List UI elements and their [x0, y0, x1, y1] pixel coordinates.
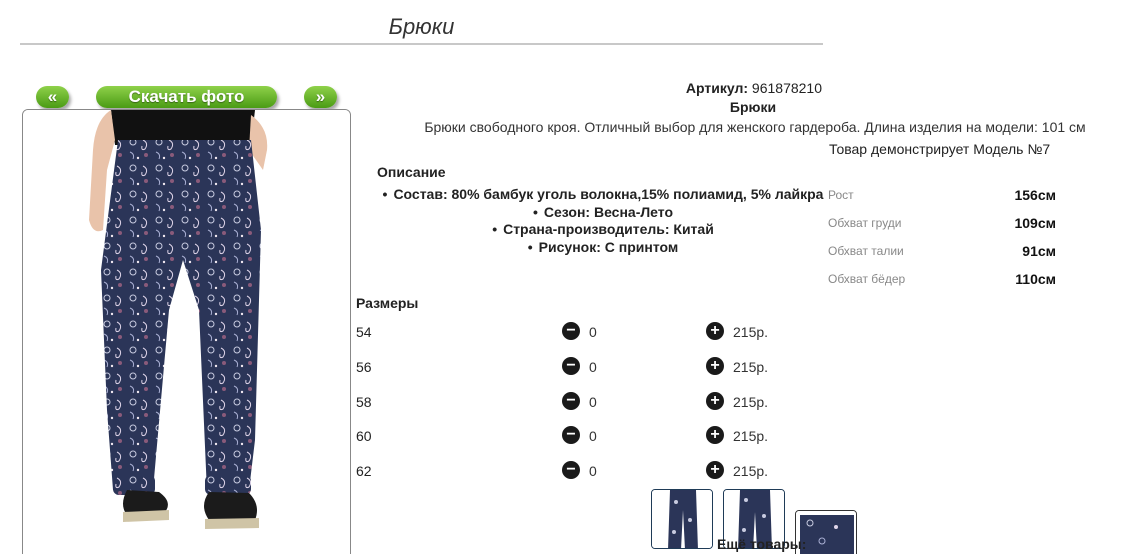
description-item: Состав: 80% бамбук уголь волокна,15% пол… [373, 186, 833, 204]
prev-photo-button[interactable]: « [36, 86, 69, 108]
size-row: 60 − 0 + 215р. [356, 418, 786, 453]
measurement-value: 91см [1022, 243, 1056, 259]
more-products-heading: Ещё товары: [717, 536, 807, 552]
sku-label: Артикул: [685, 80, 749, 96]
size-quantity: 0 [589, 463, 597, 480]
sku-line: Артикул: 961878210 [560, 80, 822, 96]
measurement-label: Обхват талии [828, 244, 904, 258]
product-photo[interactable] [22, 109, 351, 554]
minus-icon[interactable]: − [562, 426, 580, 445]
measurement-row: Обхват груди 109см [828, 209, 1056, 237]
minus-icon[interactable]: − [562, 461, 580, 480]
product-name: Брюки [729, 99, 777, 115]
size-label: 62 [356, 463, 372, 480]
plus-icon[interactable]: + [706, 322, 724, 340]
measurement-row: Обхват бёдер 110см [828, 265, 1056, 293]
size-label: 60 [356, 428, 372, 445]
size-row: 62 − 0 + 215р. [356, 453, 786, 488]
size-quantity: 0 [589, 393, 597, 410]
plus-icon[interactable]: + [706, 461, 724, 480]
plus-icon[interactable]: + [706, 356, 724, 375]
measurement-row: Обхват талии 91см [828, 237, 1056, 265]
model-measurements: Рост 156см Обхват груди 109см Обхват тал… [828, 181, 1056, 293]
next-photo-button[interactable]: » [304, 86, 337, 108]
download-photo-button[interactable]: Скачать фото [96, 86, 277, 108]
measurement-value: 109см [1014, 215, 1056, 231]
model-note: Товар демонстрирует Модель №7 [829, 141, 1051, 157]
size-row: 54 − 0 + 215р. [356, 314, 786, 349]
plus-icon[interactable]: + [706, 426, 724, 445]
thumbnail-photo-front[interactable] [651, 489, 713, 549]
size-label: 58 [356, 393, 372, 410]
minus-icon[interactable]: − [562, 391, 580, 410]
page-title: Брюки [388, 14, 455, 39]
measurement-value: 110см [1015, 271, 1056, 287]
description-item: Страна-производитель: Китай [373, 221, 833, 239]
product-description: Брюки свободного кроя. Отличный выбор дл… [424, 119, 1086, 135]
sku-value: 961878210 [751, 80, 822, 96]
size-price: 215р. [733, 393, 769, 410]
product-photo-image [23, 110, 350, 554]
size-quantity: 0 [589, 358, 597, 375]
size-row: 58 − 0 + 215р. [356, 384, 786, 419]
description-list: Состав: 80% бамбук уголь волокна,15% пол… [373, 186, 833, 256]
size-price: 215р. [733, 358, 769, 375]
measurement-label: Рост [828, 188, 854, 202]
size-label: 54 [356, 324, 372, 340]
size-quantity: 0 [589, 324, 597, 340]
measurement-value: 156см [1014, 187, 1056, 203]
measurement-label: Обхват груди [828, 216, 902, 230]
minus-icon[interactable]: − [562, 356, 580, 375]
size-label: 56 [356, 358, 372, 375]
size-price: 215р. [733, 463, 769, 480]
size-row: 56 − 0 + 215р. [356, 349, 786, 384]
measurement-label: Обхват бёдер [828, 272, 906, 286]
plus-icon[interactable]: + [706, 391, 724, 410]
thumbnail-image [652, 490, 712, 548]
measurement-row: Рост 156см [828, 181, 1056, 209]
description-heading: Описание [377, 164, 446, 180]
size-quantity: 0 [589, 428, 597, 445]
description-item: Сезон: Весна-Лето [373, 204, 833, 222]
sizes-table: 54 − 0 + 215р. 56 − 0 + 215р. 58 − 0 + 2… [356, 314, 786, 488]
size-price: 215р. [733, 324, 769, 340]
size-price: 215р. [733, 428, 769, 445]
description-item: Рисунок: С принтом [373, 239, 833, 257]
title-divider [20, 43, 823, 45]
sizes-heading: Размеры [356, 295, 419, 311]
minus-icon[interactable]: − [562, 322, 580, 340]
